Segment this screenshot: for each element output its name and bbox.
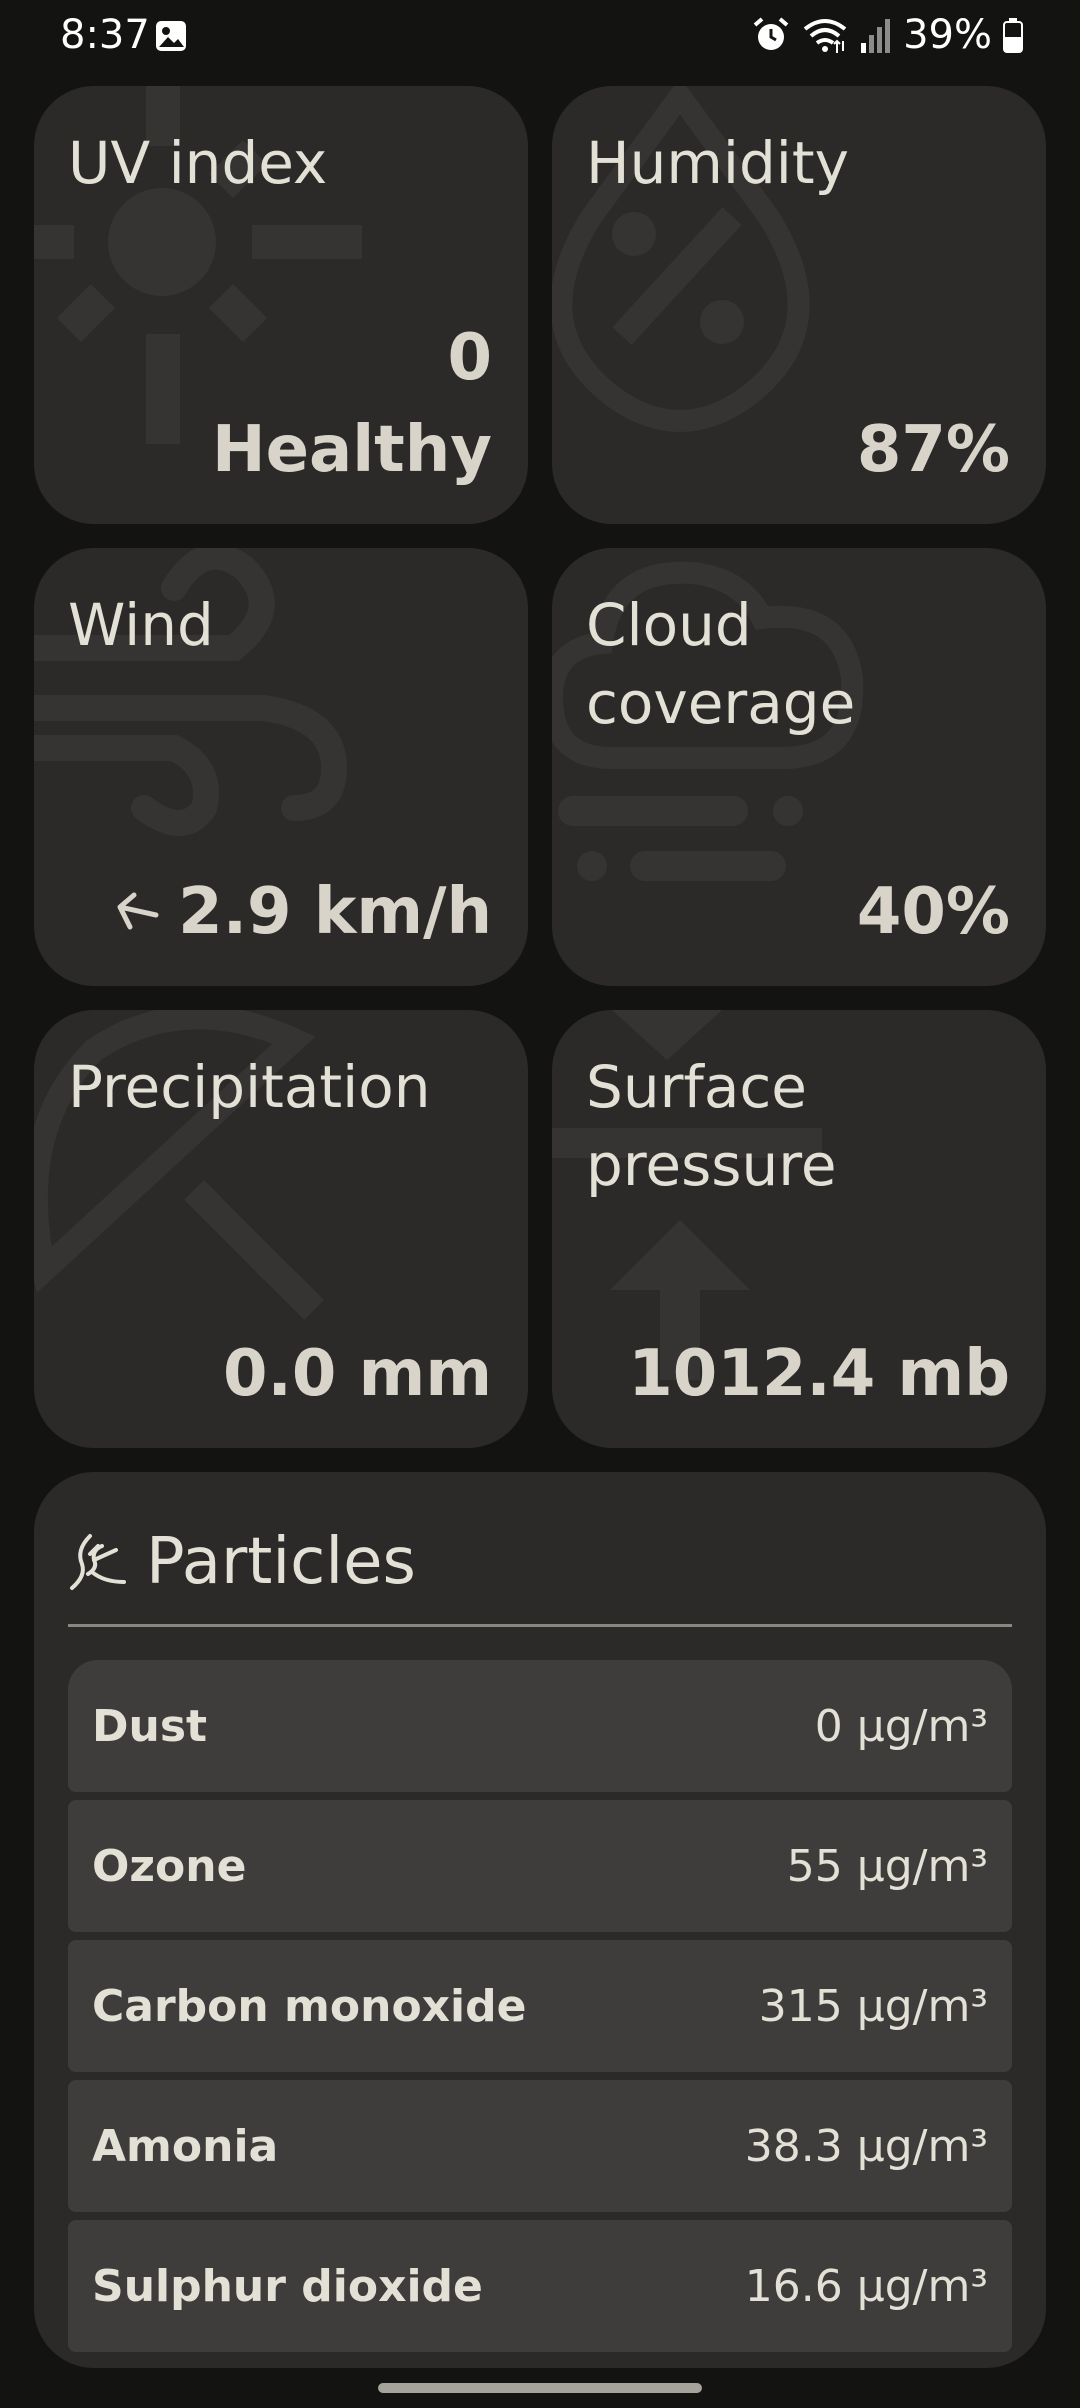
particle-name: Ozone bbox=[92, 1840, 247, 1892]
divider bbox=[68, 1624, 1012, 1627]
particle-value: 16.6 µg/m³ bbox=[744, 2260, 988, 2312]
list-item: Dust 0 µg/m³ bbox=[68, 1660, 1012, 1792]
particle-value: 315 µg/m³ bbox=[758, 1980, 988, 2032]
status-time: 8:37 bbox=[60, 12, 150, 58]
wind-card[interactable]: Wind 2.9 km/h bbox=[34, 548, 528, 986]
alarm-icon bbox=[753, 17, 789, 50]
battery-percent: 39% bbox=[903, 12, 992, 58]
particle-value: 55 µg/m³ bbox=[786, 1840, 988, 1892]
humidity-value: 87% bbox=[856, 413, 1010, 487]
particles-title: Particles bbox=[146, 1525, 416, 1599]
list-item: Sulphur dioxide 16.6 µg/m³ bbox=[68, 2220, 1012, 2352]
signal-icon bbox=[861, 19, 891, 53]
card-title: Humidity bbox=[586, 129, 849, 197]
uv-value: 0 bbox=[447, 321, 492, 395]
air-particles-icon bbox=[70, 1534, 126, 1590]
particles-header: Particles bbox=[68, 1512, 416, 1612]
list-item: Carbon monoxide 315 µg/m³ bbox=[68, 1940, 1012, 2072]
status-bar: 8:37 39% bbox=[0, 0, 1080, 72]
particle-name: Dust bbox=[92, 1700, 208, 1752]
precipitation-card[interactable]: Precipitation 0.0 mm bbox=[34, 1010, 528, 1448]
wind-value: 2.9 km/h bbox=[178, 875, 492, 949]
home-indicator[interactable] bbox=[378, 2383, 702, 2393]
wind-value-group: 2.9 km/h bbox=[112, 872, 492, 952]
cloud-coverage-card[interactable]: Cloud coverage 40% bbox=[552, 548, 1046, 986]
battery-icon bbox=[1003, 18, 1023, 53]
card-title: UV index bbox=[68, 129, 328, 197]
card-title: Wind bbox=[68, 591, 214, 659]
surface-pressure-card[interactable]: Surface pressure 1012.4 mb bbox=[552, 1010, 1046, 1448]
particle-name: Sulphur dioxide bbox=[92, 2260, 483, 2312]
humidity-card[interactable]: Humidity 87% bbox=[552, 86, 1046, 524]
gallery-icon bbox=[156, 21, 186, 51]
card-title: Precipitation bbox=[68, 1053, 431, 1121]
particle-name: Amonia bbox=[92, 2120, 279, 2172]
card-title: Cloud coverage bbox=[586, 591, 856, 737]
particle-value: 38.3 µg/m³ bbox=[744, 2120, 988, 2172]
wifi-icon bbox=[803, 19, 847, 53]
precipitation-value: 0.0 mm bbox=[222, 1337, 492, 1411]
status-icons: 39% bbox=[751, 12, 1024, 58]
arrow-left-icon bbox=[117, 892, 159, 930]
uv-index-card[interactable]: UV index 0 Healthy bbox=[34, 86, 528, 524]
particle-name: Carbon monoxide bbox=[92, 1980, 527, 2032]
particles-card: Particles Dust 0 µg/m³ Ozone 55 µg/m³ Ca… bbox=[34, 1472, 1046, 2368]
list-item: Ozone 55 µg/m³ bbox=[68, 1800, 1012, 1932]
list-item: Amonia 38.3 µg/m³ bbox=[68, 2080, 1012, 2212]
particle-value: 0 µg/m³ bbox=[814, 1700, 988, 1752]
uv-status: Healthy bbox=[212, 413, 492, 487]
cloud-coverage-value: 40% bbox=[856, 875, 1010, 949]
card-title: Surface pressure bbox=[586, 1053, 837, 1199]
surface-pressure-value: 1012.4 mb bbox=[628, 1337, 1010, 1411]
weather-details-screen: 8:37 39% UV index 0 Healthy Humidity 87%… bbox=[0, 0, 1080, 2408]
